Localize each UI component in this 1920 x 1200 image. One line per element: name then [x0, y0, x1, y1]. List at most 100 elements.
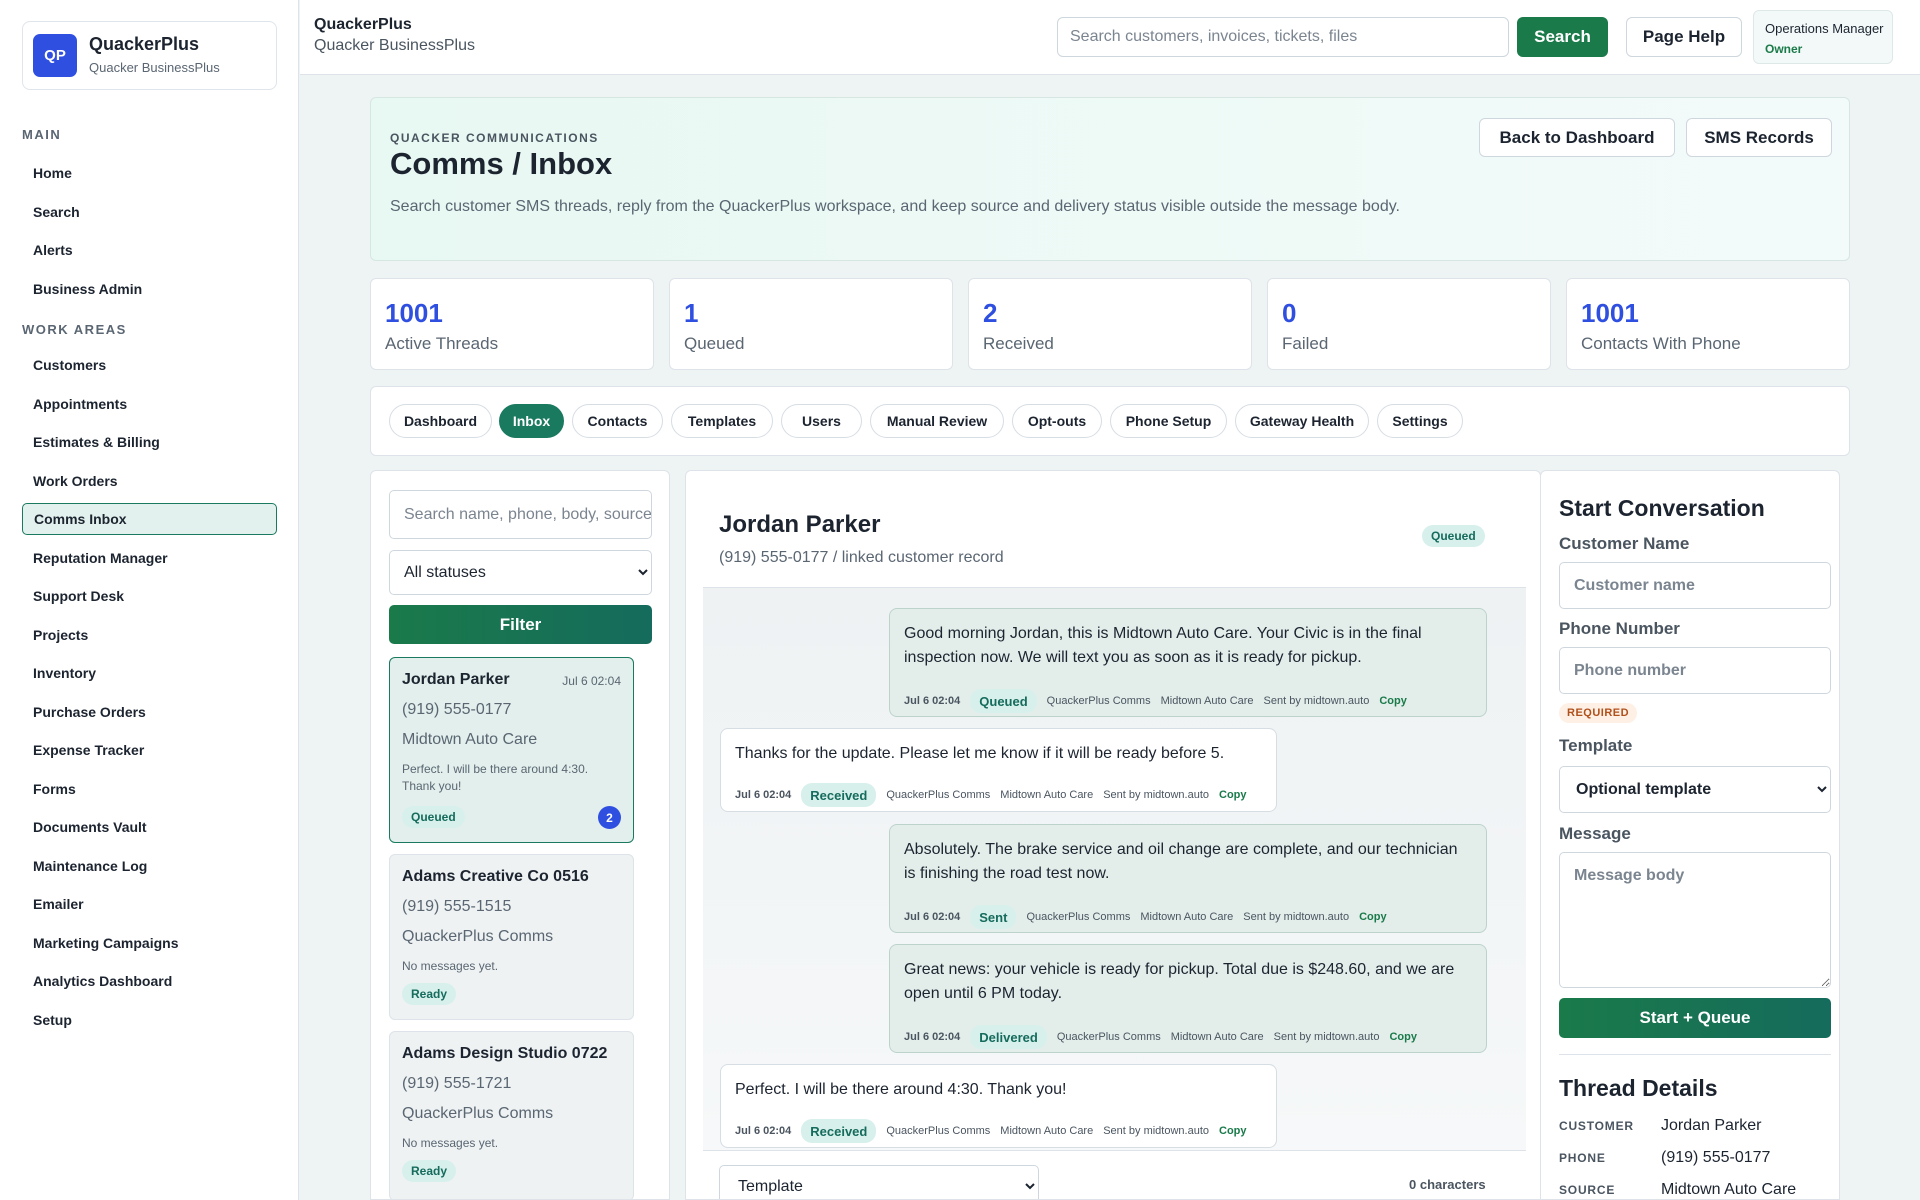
sidebar-item-work-orders[interactable]: Work Orders	[22, 465, 277, 497]
thread-name: Adams Design Studio 0722	[402, 1045, 608, 1062]
message-sender: Sent by midtown.auto	[1273, 1031, 1380, 1043]
message-status-badge: Received	[801, 783, 877, 807]
tab-gateway-health[interactable]: Gateway Health	[1235, 404, 1369, 438]
stat-value: 1001	[1581, 298, 1639, 328]
sms-records-button[interactable]: SMS Records	[1686, 118, 1832, 157]
tab-inbox[interactable]: Inbox	[499, 404, 564, 438]
thread-search-input[interactable]	[389, 490, 652, 539]
message-sender: Sent by midtown.auto	[1103, 1125, 1210, 1137]
thread-time: Jul 6 02:04	[562, 674, 621, 688]
copy-message-link[interactable]: Copy	[1389, 1031, 1417, 1043]
tab-users[interactable]: Users	[781, 404, 862, 438]
sidebar-item-setup[interactable]: Setup	[22, 1004, 277, 1036]
sidebar: QP QuackerPlus Quacker BusinessPlus MAIN…	[0, 0, 299, 1200]
message-body: Perfect. I will be there around 4:30. Th…	[735, 1081, 1067, 1098]
brand-logo: QP	[33, 34, 77, 77]
copy-message-link[interactable]: Copy	[1219, 789, 1247, 801]
tab-manual-review[interactable]: Manual Review	[870, 404, 1004, 438]
conversation-panel: Jordan Parker (919) 555-0177 / linked cu…	[685, 470, 1541, 1200]
topbar-subtitle: Quacker BusinessPlus	[314, 37, 475, 54]
thread-list-panel: All statuses Filter Jordan Parker Jul 6 0…	[370, 470, 670, 1200]
reply-template-select[interactable]: Template	[719, 1165, 1039, 1199]
start-conversation-panel: Start Conversation Customer Name Phone N…	[1540, 470, 1840, 1200]
thread-card[interactable]: Adams Design Studio 0722 (919) 555-1721 Qu…	[389, 1031, 634, 1199]
incoming-message[interactable]: Perfect. I will be there around 4:30. Th…	[720, 1064, 1277, 1148]
thread-preview: Perfect. I will be there around 4:30. Th…	[402, 762, 589, 793]
status-filter-select[interactable]: All statuses	[389, 550, 652, 595]
page-help-button[interactable]: Page Help	[1626, 17, 1742, 57]
tab-phone-setup[interactable]: Phone Setup	[1110, 404, 1227, 438]
outgoing-message[interactable]: Absolutely. The brake service and oil ch…	[889, 824, 1487, 933]
customer-name-input[interactable]	[1559, 562, 1831, 609]
thread-card[interactable]: Jordan Parker Jul 6 02:04 (919) 555-0177 Mi…	[389, 657, 634, 843]
sidebar-item-search[interactable]: Search	[22, 196, 277, 228]
stat-card-active-threads: 1001 Active Threads	[370, 278, 654, 370]
sidebar-item-support-desk[interactable]: Support Desk	[22, 580, 277, 612]
sidebar-item-documents-vault[interactable]: Documents Vault	[22, 811, 277, 843]
sidebar-item-analytics-dashboard[interactable]: Analytics Dashboard	[22, 965, 277, 997]
filter-button[interactable]: Filter	[389, 605, 652, 644]
thread-phone: (919) 555-1721	[402, 1075, 512, 1092]
sidebar-item-alerts[interactable]: Alerts	[22, 234, 277, 266]
stat-card-received: 2 Received	[968, 278, 1252, 370]
thread-source: QuackerPlus Comms	[402, 928, 554, 945]
message-meta: Jul 6 02:04 Sent QuackerPlus Comms Midtown …	[904, 905, 1387, 929]
tab-dashboard[interactable]: Dashboard	[389, 404, 492, 438]
message-body-input[interactable]	[1559, 852, 1831, 988]
tab-templates[interactable]: Templates	[671, 404, 773, 438]
stat-card-contacts-with-phone: 1001 Contacts With Phone	[1566, 278, 1850, 370]
global-search-button[interactable]: Search	[1517, 17, 1608, 57]
message-channel: QuackerPlus Comms	[886, 1125, 991, 1137]
thread-source: Midtown Auto Care	[402, 731, 538, 748]
message-status-badge: Received	[801, 1119, 877, 1143]
copy-message-link[interactable]: Copy	[1379, 695, 1407, 707]
copy-message-link[interactable]: Copy	[1219, 1125, 1247, 1137]
sidebar-item-purchase-orders[interactable]: Purchase Orders	[22, 696, 277, 728]
back-to-dashboard-button[interactable]: Back to Dashboard	[1479, 118, 1675, 157]
message-channel: QuackerPlus Comms	[1056, 1031, 1161, 1043]
sidebar-item-maintenance-log[interactable]: Maintenance Log	[22, 850, 277, 882]
tab-settings[interactable]: Settings	[1377, 404, 1463, 438]
nav-heading-work-areas: WORK AREAS	[22, 322, 127, 337]
outgoing-message[interactable]: Good morning Jordan, this is Midtown Aut…	[889, 608, 1487, 717]
sidebar-item-appointments[interactable]: Appointments	[22, 388, 277, 420]
start-template-select[interactable]: Optional template	[1559, 766, 1831, 813]
message-status-badge: Queued	[970, 689, 1037, 713]
user-menu[interactable]: Operations Manager Owner	[1753, 10, 1893, 64]
page-header: QUACKER COMMUNICATIONS Comms / Inbox Sea…	[370, 97, 1850, 261]
sidebar-item-expense-tracker[interactable]: Expense Tracker	[22, 734, 277, 766]
brand-card[interactable]: QP QuackerPlus Quacker BusinessPlus	[22, 21, 277, 90]
stat-label: Contacts With Phone	[1581, 334, 1741, 353]
start-queue-button[interactable]: Start + Queue	[1559, 998, 1831, 1038]
sidebar-item-projects[interactable]: Projects	[22, 619, 277, 651]
message-body: Good morning Jordan, this is Midtown Aut…	[904, 625, 1422, 666]
copy-message-link[interactable]: Copy	[1359, 911, 1387, 923]
sidebar-item-marketing-campaigns[interactable]: Marketing Campaigns	[22, 927, 277, 959]
message-thread[interactable]: Good morning Jordan, this is Midtown Aut…	[703, 587, 1526, 1151]
tab-contacts[interactable]: Contacts	[572, 404, 663, 438]
thread-card[interactable]: Adams Creative Co 0516 (919) 555-1515 Quac…	[389, 854, 634, 1020]
sidebar-item-customers[interactable]: Customers	[22, 349, 277, 381]
sidebar-item-business-admin[interactable]: Business Admin	[22, 273, 277, 305]
sidebar-item-estimates-billing[interactable]: Estimates & Billing	[22, 426, 277, 458]
tab-opt-outs[interactable]: Opt-outs	[1012, 404, 1102, 438]
thread-details-title: Thread Details	[1559, 1075, 1718, 1101]
sidebar-item-comms-inbox[interactable]: Comms Inbox	[22, 503, 277, 535]
sidebar-item-forms[interactable]: Forms	[22, 773, 277, 805]
global-search-input[interactable]	[1057, 17, 1509, 57]
incoming-message[interactable]: Thanks for the update. Please let me kno…	[720, 728, 1277, 812]
stat-label: Failed	[1282, 334, 1329, 353]
sidebar-item-reputation-manager[interactable]: Reputation Manager	[22, 542, 277, 574]
outgoing-message[interactable]: Great news: your vehicle is ready for pi…	[889, 944, 1487, 1053]
phone-number-input[interactable]	[1559, 647, 1831, 694]
conversation-contact-subtitle: (919) 555-0177 / linked customer record	[719, 549, 1004, 566]
detail-key-source: SOURCE	[1559, 1183, 1616, 1197]
sidebar-item-home[interactable]: Home	[22, 157, 277, 189]
sidebar-item-emailer[interactable]: Emailer	[22, 888, 277, 920]
topbar-title: QuackerPlus	[314, 16, 412, 33]
nav-heading-main: MAIN	[22, 127, 62, 142]
detail-value-phone: (919) 555-0177	[1661, 1149, 1771, 1166]
sidebar-item-inventory[interactable]: Inventory	[22, 657, 277, 689]
brand-name: QuackerPlus	[89, 34, 200, 54]
thread-preview: No messages yet.	[402, 959, 499, 973]
